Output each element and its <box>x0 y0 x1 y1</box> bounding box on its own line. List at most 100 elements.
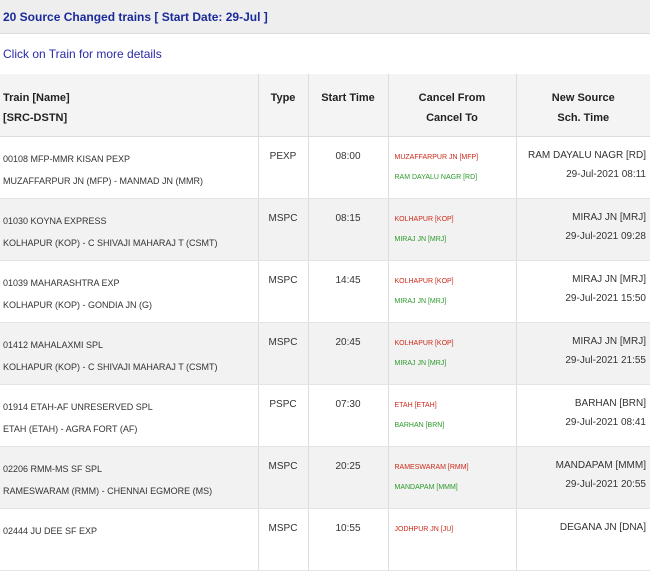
train-name[interactable]: 01039 MAHARASHTRA EXP <box>3 277 257 289</box>
new-source: DEGANA JN [DNA] <box>559 521 646 533</box>
start-time-cell: 08:00 <box>308 136 389 199</box>
cancel-to: RAM DAYALU NAGR [RD] <box>394 173 478 181</box>
type-cell: PSPC <box>258 384 309 447</box>
cancel-from: ETAH [ETAH] <box>394 401 437 409</box>
cancel-from: JODHPUR JN [JU] <box>394 525 454 533</box>
train-route: KOLHAPUR (KOP) - C SHIVAJI MAHARAJ T (CS… <box>3 237 218 248</box>
table-row[interactable]: 02206 RMM-MS SF SPL RAMESWARAM (RMM) - CH… <box>0 446 650 509</box>
header-sch-time-label: Sch. Time <box>557 112 610 124</box>
title-bar: 20 Source Changed trains [ Start Date: 2… <box>0 0 650 34</box>
header-train-route: [SRC-DSTN] <box>3 112 68 124</box>
cancel-from: KOLHAPUR [KOP] <box>394 339 454 347</box>
new-source-cell: RAM DAYALU NAGR [RD] 29-Jul-2021 08:11 <box>516 136 650 199</box>
train-route: RAMESWARAM (RMM) - CHENNAI EGMORE (MS) <box>3 485 213 496</box>
hint-row: Click on Train for more details <box>0 34 650 74</box>
table-row[interactable]: 01914 ETAH-AF UNRESERVED SPL ETAH (ETAH) … <box>0 384 650 447</box>
sch-time: 29-Jul-2021 09:28 <box>565 230 646 242</box>
type-cell: MSPC <box>258 198 309 261</box>
start-time-cell: 14:45 <box>308 260 389 323</box>
cancel-from: KOLHAPUR [KOP] <box>394 215 454 223</box>
start-time-cell: 10:55 <box>308 508 389 571</box>
table-row[interactable]: 01412 MAHALAXMI SPL KOLHAPUR (KOP) - C SH… <box>0 322 650 385</box>
start-time-cell: 07:30 <box>308 384 389 447</box>
cancel-to: MIRAJ JN [MRJ] <box>394 359 447 367</box>
cancel-to: BARHAN [BRN] <box>394 421 445 429</box>
sch-time: 29-Jul-2021 08:11 <box>566 168 646 180</box>
page-title: 20 Source Changed trains [ Start Date: 2… <box>3 9 268 24</box>
new-source: MIRAJ JN [MRJ] <box>572 335 646 347</box>
train-route: MUZAFFARPUR JN (MFP) - MANMAD JN (MMR) <box>3 175 203 186</box>
new-source-cell: MIRAJ JN [MRJ] 29-Jul-2021 09:28 <box>516 198 650 261</box>
new-source-cell: MIRAJ JN [MRJ] 29-Jul-2021 15:50 <box>516 260 650 323</box>
cancel-to: MIRAJ JN [MRJ] <box>394 235 447 243</box>
header-type: Type <box>258 74 309 137</box>
header-train-name: Train [Name] <box>3 92 70 104</box>
new-source: MIRAJ JN [MRJ] <box>572 273 646 285</box>
train-cell[interactable]: 02206 RMM-MS SF SPL RAMESWARAM (RMM) - CH… <box>0 446 259 509</box>
type-cell: MSPC <box>258 260 309 323</box>
new-source: BARHAN [BRN] <box>574 397 646 409</box>
cancel-cell: KOLHAPUR [KOP] MIRAJ JN [MRJ] <box>388 322 517 385</box>
start-time-cell: 20:25 <box>308 446 389 509</box>
type-cell: MSPC <box>258 508 309 571</box>
new-source: MIRAJ JN [MRJ] <box>572 211 646 223</box>
header-start-time: Start Time <box>308 74 389 137</box>
train-cell[interactable]: 00108 MFP-MMR KISAN PEXP MUZAFFARPUR JN (… <box>0 136 259 199</box>
start-time-cell: 20:45 <box>308 322 389 385</box>
new-source: RAM DAYALU NAGR [RD] <box>528 149 646 161</box>
header-cancel-to: Cancel To <box>426 112 478 124</box>
type-cell: MSPC <box>258 446 309 509</box>
sch-time: 29-Jul-2021 15:50 <box>565 292 646 304</box>
header-cancel: Cancel From Cancel To <box>388 74 517 137</box>
cancel-from: KOLHAPUR [KOP] <box>394 277 454 285</box>
train-cell[interactable]: 01412 MAHALAXMI SPL KOLHAPUR (KOP) - C SH… <box>0 322 259 385</box>
train-name[interactable]: 00108 MFP-MMR KISAN PEXP <box>3 153 257 165</box>
cancel-cell: RAMESWARAM [RMM] MANDAPAM [MMM] <box>388 446 517 509</box>
train-cell[interactable]: 01030 KOYNA EXPRESS KOLHAPUR (KOP) - C SH… <box>0 198 259 261</box>
cancel-from: MUZAFFARPUR JN [MFP] <box>394 153 479 161</box>
train-cell[interactable]: 01039 MAHARASHTRA EXP KOLHAPUR (KOP) - GO… <box>0 260 259 323</box>
click-hint-text: Click on Train for more details <box>3 47 162 61</box>
header-cancel-from: Cancel From <box>418 92 486 104</box>
table-row[interactable]: 01039 MAHARASHTRA EXP KOLHAPUR (KOP) - GO… <box>0 260 650 323</box>
cancel-from: RAMESWARAM [RMM] <box>394 463 469 471</box>
train-route: ETAH (ETAH) - AGRA FORT (AF) <box>3 423 138 434</box>
cancel-to: MANDAPAM [MMM] <box>394 483 458 491</box>
train-route: KOLHAPUR (KOP) - C SHIVAJI MAHARAJ T (CS… <box>3 361 218 372</box>
train-name[interactable]: 01030 KOYNA EXPRESS <box>3 215 257 227</box>
train-name[interactable]: 02444 JU DEE SF EXP <box>3 525 257 537</box>
header-start-time-label: Start Time <box>321 92 375 104</box>
train-name[interactable]: 02206 RMM-MS SF SPL <box>3 463 257 475</box>
train-name[interactable]: 01412 MAHALAXMI SPL <box>3 339 257 351</box>
new-source-cell: MANDAPAM [MMM] 29-Jul-2021 20:55 <box>516 446 650 509</box>
sch-time: 29-Jul-2021 20:55 <box>565 478 646 490</box>
new-source-cell: DEGANA JN [DNA] <box>516 508 650 571</box>
table-row[interactable]: 01030 KOYNA EXPRESS KOLHAPUR (KOP) - C SH… <box>0 198 650 261</box>
cancel-cell: KOLHAPUR [KOP] MIRAJ JN [MRJ] <box>388 260 517 323</box>
new-source: MANDAPAM [MMM] <box>555 459 646 471</box>
start-time-cell: 08:15 <box>308 198 389 261</box>
cancel-cell: JODHPUR JN [JU] <box>388 508 517 571</box>
sch-time: 29-Jul-2021 21:55 <box>565 354 646 366</box>
train-cell[interactable]: 02444 JU DEE SF EXP <box>0 508 259 571</box>
table-row[interactable]: 02444 JU DEE SF EXP MSPC 10:55 JODHPUR J… <box>0 508 650 571</box>
header-new-source: New Source Sch. Time <box>516 74 650 137</box>
new-source-cell: BARHAN [BRN] 29-Jul-2021 08:41 <box>516 384 650 447</box>
cancel-cell: ETAH [ETAH] BARHAN [BRN] <box>388 384 517 447</box>
header-type-label: Type <box>270 92 296 104</box>
cancel-cell: KOLHAPUR [KOP] MIRAJ JN [MRJ] <box>388 198 517 261</box>
new-source-cell: MIRAJ JN [MRJ] 29-Jul-2021 21:55 <box>516 322 650 385</box>
cancel-cell: MUZAFFARPUR JN [MFP] RAM DAYALU NAGR [RD] <box>388 136 517 199</box>
type-cell: MSPC <box>258 322 309 385</box>
trains-table: Train [Name] [SRC-DSTN] Type Start Time … <box>0 74 650 571</box>
table-header-row: Train [Name] [SRC-DSTN] Type Start Time … <box>0 74 650 137</box>
table-row[interactable]: 00108 MFP-MMR KISAN PEXP MUZAFFARPUR JN (… <box>0 136 650 199</box>
cancel-to: MIRAJ JN [MRJ] <box>394 297 447 305</box>
train-cell[interactable]: 01914 ETAH-AF UNRESERVED SPL ETAH (ETAH) … <box>0 384 259 447</box>
header-train: Train [Name] [SRC-DSTN] <box>0 74 259 137</box>
header-new-source-label: New Source <box>551 92 615 104</box>
train-name[interactable]: 01914 ETAH-AF UNRESERVED SPL <box>3 401 257 413</box>
type-cell: PEXP <box>258 136 309 199</box>
train-route: KOLHAPUR (KOP) - GONDIA JN (G) <box>3 299 153 310</box>
sch-time: 29-Jul-2021 08:41 <box>565 416 646 428</box>
